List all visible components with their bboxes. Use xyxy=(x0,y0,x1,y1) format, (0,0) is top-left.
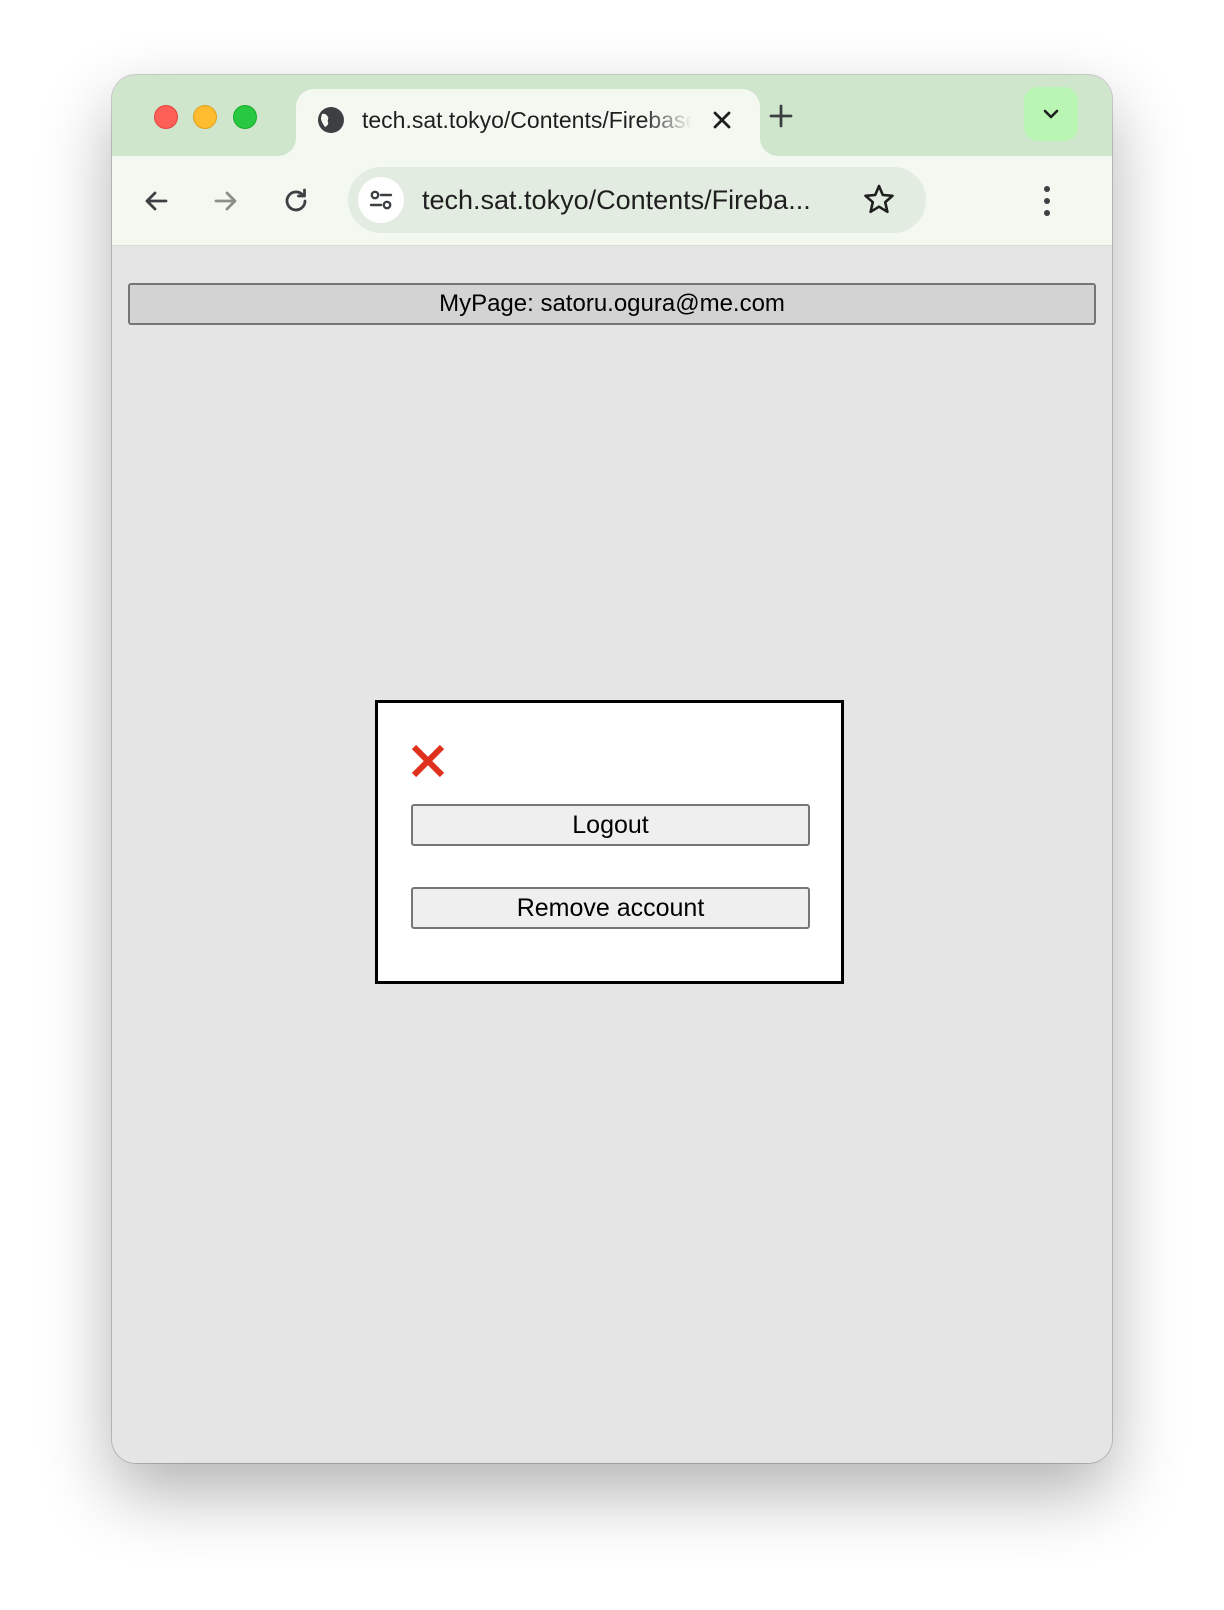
reload-icon xyxy=(285,188,307,212)
chevron-down-icon xyxy=(1043,109,1059,119)
remove-account-button[interactable]: Remove account xyxy=(411,887,810,929)
browser-toolbar: tech.sat.tokyo/Contents/Fireba... xyxy=(112,156,1112,246)
close-window-button[interactable] xyxy=(154,105,178,129)
maximize-window-button[interactable] xyxy=(233,105,257,129)
back-button[interactable] xyxy=(136,181,176,221)
arrow-left-icon xyxy=(145,191,168,211)
page-content: MyPage: satoru.ogura@me.com Logout Remov… xyxy=(112,246,1112,1463)
new-tab-icon[interactable] xyxy=(764,99,798,133)
tab-strip: tech.sat.tokyo/Contents/Firebase xyxy=(112,75,1112,156)
active-tab[interactable]: tech.sat.tokyo/Contents/Firebase xyxy=(296,89,760,156)
site-info-button[interactable] xyxy=(358,177,404,223)
globe-icon xyxy=(318,107,344,133)
tab-title: tech.sat.tokyo/Contents/Firebase xyxy=(362,107,692,133)
tab-search-button[interactable] xyxy=(1024,87,1078,141)
reload-button[interactable] xyxy=(276,181,316,221)
url-text[interactable]: tech.sat.tokyo/Contents/Fireba... xyxy=(422,182,852,218)
account-dialog: Logout Remove account xyxy=(375,700,844,984)
tab-close-icon[interactable] xyxy=(708,106,736,134)
tune-icon xyxy=(369,190,393,210)
logout-button[interactable]: Logout xyxy=(411,804,810,846)
mypage-button[interactable]: MyPage: satoru.ogura@me.com xyxy=(128,283,1096,325)
bookmark-star-icon[interactable] xyxy=(860,181,898,219)
address-bar[interactable]: tech.sat.tokyo/Contents/Fireba... xyxy=(348,167,926,233)
arrow-right-icon xyxy=(214,191,237,211)
minimize-window-button[interactable] xyxy=(193,105,217,129)
more-vert-icon[interactable] xyxy=(1024,178,1070,224)
browser-window: tech.sat.tokyo/Contents/Firebase tech.sa… xyxy=(112,75,1112,1463)
close-x-icon[interactable] xyxy=(410,743,446,779)
forward-button[interactable] xyxy=(206,181,246,221)
